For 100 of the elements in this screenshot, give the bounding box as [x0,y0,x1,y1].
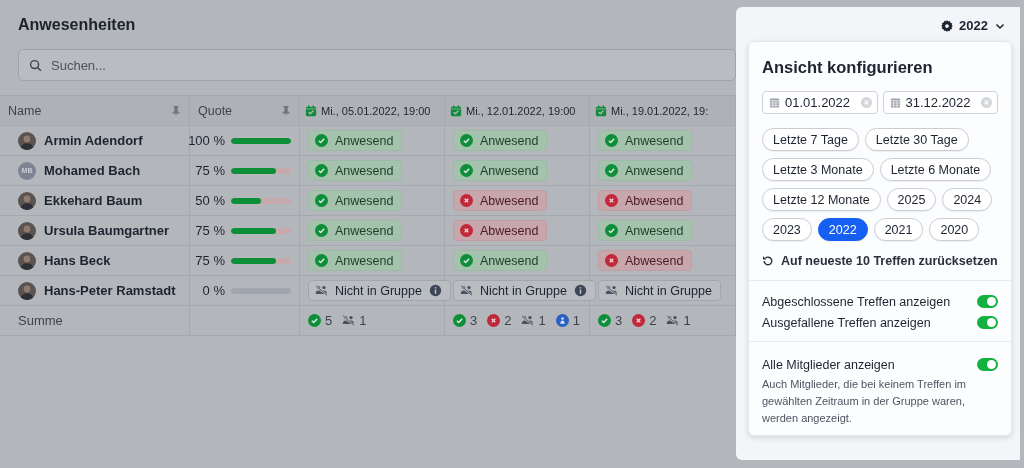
info-icon[interactable] [573,284,587,297]
clear-icon[interactable] [860,97,872,108]
status-badge[interactable]: Nicht in Gruppe [453,280,596,301]
calendar-icon [769,97,780,108]
range-chip[interactable]: 2024 [942,188,993,211]
status-badge[interactable]: Anwesend [308,160,403,181]
x-circle-icon [460,224,473,237]
status-badge[interactable]: Anwesend [308,250,403,271]
count-value: 5 [325,313,333,328]
range-chip[interactable]: Letzte 12 Monate [762,188,881,211]
range-chip[interactable]: Letzte 3 Monate [762,158,874,181]
range-chip[interactable]: 2020 [929,218,980,241]
quote-value: 0 % [202,283,225,298]
toggle-description: Auch Mitglieder, die bei keinem Treffen im gewählten Zeitraum in der Gruppe waren, werden angezeigt. [762,377,967,426]
check-circle-icon [315,134,328,147]
group-off-icon [342,314,356,327]
member-name[interactable]: Hans-Peter Ramstadt [44,283,176,298]
check-circle-icon [460,134,473,147]
status-badge[interactable]: Anwesend [598,160,693,181]
count-value: 2 [649,313,657,328]
status-badge[interactable]: Abwesend [598,190,693,211]
status-badge[interactable]: Abwesend [453,220,548,241]
status-badge[interactable]: Abwesend [598,250,693,271]
status-badge[interactable]: Abwesend [453,190,548,211]
status-badge[interactable]: Anwesend [308,190,403,211]
member-name[interactable]: Ekkehard Baum [44,193,143,208]
status-badge[interactable]: Anwesend [598,220,693,241]
status-badge[interactable]: Anwesend [598,130,693,151]
column-header[interactable]: Mi., 05.01.2022, 19:00 [300,96,445,126]
member-name[interactable]: Hans Beck [44,253,111,268]
page-title: Anwesenheiten [18,16,137,34]
avatar-icon [18,191,36,210]
status-badge[interactable]: Anwesend [453,250,548,271]
date-field[interactable]: 31.12.2022 [882,91,998,114]
column-header[interactable]: Name [0,96,190,126]
column-header[interactable]: Mi., 19.01.2022, 19: [590,96,736,126]
check-circle-icon [315,164,328,177]
status-badge[interactable]: Anwesend [453,160,548,181]
quote-bar [231,257,291,264]
year-menu-button[interactable]: 2022 [937,16,1010,35]
member-name[interactable]: Ursula Baumgartner [44,223,169,238]
date-field[interactable]: 01.01.2022 [762,91,878,114]
range-chip[interactable]: Letzte 30 Tage [864,128,969,151]
quote-bar [231,167,291,174]
quote-bar [231,197,291,204]
column-header[interactable]: Mi., 12.01.2022, 19:00 [445,96,590,126]
x-circle-icon [605,254,618,267]
x-circle-icon [460,194,473,207]
search-icon [29,59,42,72]
avatar-icon [18,251,36,270]
avatar-icon [18,131,36,150]
pin-icon[interactable] [281,104,291,117]
toggle-label: Abgeschlossene Treffen anzeigen [762,294,951,309]
status-badge[interactable]: Anwesend [308,220,403,241]
quote-value: 100 % [188,133,225,148]
summary-label: Summe [17,313,63,328]
quote-value: 75 % [195,163,225,178]
x-circle-icon [487,314,501,327]
check-circle-icon [315,224,328,237]
toggle-switch[interactable] [977,316,998,329]
person-circle-icon [555,314,569,327]
search-field[interactable]: Suchen... [18,49,736,81]
check-circle-icon [315,254,328,267]
avatar-icon [18,281,36,300]
settings-icon [941,19,954,32]
status-badge[interactable]: Anwesend [308,130,403,151]
quote-value: 75 % [195,253,225,268]
count-value: 3 [470,313,478,328]
check-circle-icon [315,194,328,207]
range-chip[interactable]: 2023 [762,218,812,241]
range-chip[interactable]: 2025 [886,188,937,211]
popover-title: Ansicht konfigurieren [762,58,934,77]
count-value: 3 [615,313,623,328]
count-value: 1 [359,313,367,328]
info-icon[interactable] [428,284,442,297]
toggle-switch[interactable] [977,358,998,371]
calendar-check-icon [305,104,317,117]
range-chip[interactable]: Letzte 6 Monate [879,158,992,181]
count-value: 1 [538,313,546,328]
member-name[interactable]: Armin Adendorf [44,133,143,148]
status-badge[interactable]: Nicht in Gruppe [308,280,451,301]
status-badge[interactable]: Anwesend [453,130,548,151]
range-chip[interactable]: Letzte 7 Tage [762,128,859,151]
check-circle-icon [605,224,618,237]
check-circle-icon [453,314,466,327]
quote-value: 50 % [195,193,225,208]
check-circle-icon [460,164,473,177]
pin-icon[interactable] [171,104,181,117]
status-badge[interactable]: Nicht in Gruppe [598,280,721,301]
range-chip[interactable]: 2022 [817,218,868,241]
calendar-check-icon [450,104,462,117]
clear-icon[interactable] [981,97,992,108]
column-header[interactable]: Quote [190,96,300,126]
toggle-switch[interactable] [977,295,998,308]
x-circle-icon [605,194,618,207]
range-chip[interactable]: 2021 [873,218,924,241]
toggle-label: Alle Mitglieder anzeigen [762,357,895,372]
quote-value: 75 % [195,223,225,238]
member-name[interactable]: Mohamed Bach [44,163,141,178]
reset-link[interactable]: Auf neueste 10 Treffen zurücksetzen [762,254,998,268]
